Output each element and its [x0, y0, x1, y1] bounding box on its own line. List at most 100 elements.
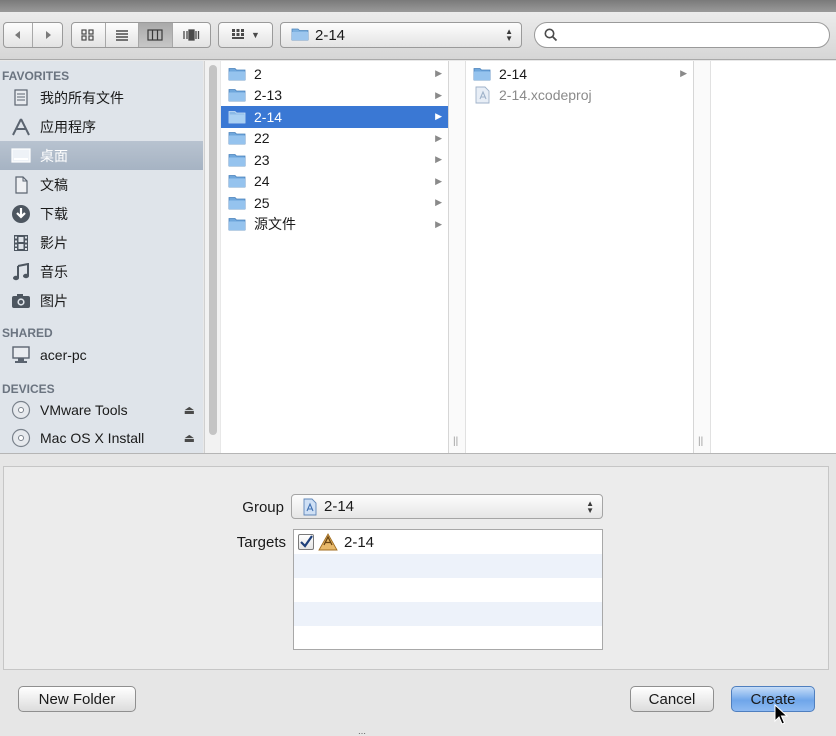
scrollbar-thumb[interactable]: [209, 65, 217, 435]
xcodeproj-file-icon: [475, 86, 490, 104]
resize-grip-icon[interactable]: ||: [698, 436, 703, 447]
column-2: 2-14 ▶ 2-14.xcodeproj: [466, 61, 694, 453]
target-row-empty: [294, 602, 602, 626]
sidebar-item-pictures[interactable]: 图片: [0, 286, 203, 315]
target-row-empty: [294, 626, 602, 650]
search-input[interactable]: [563, 26, 819, 44]
chevron-updown-icon: ▲ ▼: [586, 498, 594, 515]
chevron-updown-icon: ▲ ▼: [505, 27, 513, 43]
sidebar-item-downloads[interactable]: 下载: [0, 199, 203, 228]
path-popup[interactable]: 2-14 ▲ ▼: [280, 22, 522, 48]
search-field[interactable]: [534, 22, 830, 48]
sidebar-item-all-files[interactable]: 我的所有文件: [0, 83, 203, 112]
pictures-icon: [10, 291, 32, 311]
target-row-empty: [294, 578, 602, 602]
list-item-selected[interactable]: 2-14 ▶: [221, 106, 448, 128]
list-item[interactable]: 2-14.xcodeproj: [466, 85, 693, 107]
eject-icon[interactable]: ⏏: [184, 403, 195, 417]
sidebar-item-label: 桌面: [40, 147, 68, 164]
view-mode-buttons: [71, 22, 211, 48]
sidebar-item-label: VMware Tools: [40, 402, 128, 418]
toolbar: ▼ 2-14 ▲ ▼: [0, 12, 836, 60]
column-view-icon[interactable]: [139, 23, 173, 47]
sidebar-scrollbar[interactable]: [204, 61, 220, 453]
desktop-icon: [10, 146, 32, 166]
folder-icon: [228, 89, 246, 102]
checkbox[interactable]: [298, 534, 314, 550]
list-item[interactable]: 2-14 ▶: [466, 63, 693, 85]
sidebar-item-vmware-tools[interactable]: VMware Tools ⏏: [0, 396, 203, 424]
disclosure-arrow-icon: ▶: [435, 111, 442, 122]
arrange-grid-icon: [231, 28, 245, 43]
list-item[interactable]: 2-13 ▶: [221, 85, 448, 107]
item-label: 2: [254, 65, 262, 82]
sidebar-item-mac-os-x-install[interactable]: Mac OS X Install ⏏: [0, 424, 203, 452]
disclosure-arrow-icon: ▶: [435, 218, 442, 229]
sidebar-item-movies[interactable]: 影片: [0, 228, 203, 257]
checkmark-icon: [300, 535, 313, 548]
sidebar-header-favorites: FAVORITES: [2, 69, 70, 83]
chevron-left-icon[interactable]: [4, 23, 34, 47]
app-target-icon: [318, 533, 338, 551]
item-label: 2-14: [499, 65, 528, 82]
chevron-right-icon[interactable]: [33, 23, 62, 47]
sidebar: FAVORITES 我的所有文件 应用程序 桌面 文稿 下载 影片 音乐 图片 …: [0, 61, 203, 453]
list-item[interactable]: 24 ▶: [221, 171, 448, 193]
list-item[interactable]: 22 ▶: [221, 128, 448, 150]
xcodeproj-file-icon: [302, 498, 318, 516]
item-label: 2-14: [254, 108, 283, 125]
list-item[interactable]: 23 ▶: [221, 149, 448, 171]
sidebar-item-label: Mac OS X Install: [40, 430, 145, 446]
sidebar-item-label: acer-pc: [40, 347, 87, 363]
sidebar-item-label: 应用程序: [40, 118, 96, 135]
disclosure-arrow-icon: ▶: [435, 132, 442, 143]
resize-grip-icon[interactable]: ||: [453, 436, 458, 447]
sidebar-item-label: 文稿: [40, 176, 68, 193]
nav-buttons: [3, 22, 63, 48]
group-popup[interactable]: 2-14 ▲ ▼: [291, 494, 603, 519]
list-item[interactable]: 源文件 ▶: [221, 214, 448, 236]
column-1: 2 ▶ 2-13 ▶ 2-14 ▶ 22 ▶ 23 ▶ 24 ▶ 25 ▶ 源文…: [221, 61, 449, 453]
window-top-edge: [0, 0, 836, 12]
sidebar-item-music[interactable]: 音乐: [0, 257, 203, 286]
coverflow-view-icon[interactable]: [173, 23, 210, 47]
eject-icon[interactable]: ⏏: [184, 431, 195, 445]
applications-icon: [10, 117, 32, 137]
disclosure-arrow-icon: ▶: [435, 68, 442, 79]
item-label: 23: [254, 151, 270, 168]
icon-view-icon[interactable]: [72, 23, 106, 47]
create-button[interactable]: Create: [731, 686, 815, 712]
column-divider[interactable]: ||: [449, 61, 466, 453]
sidebar-item-desktop[interactable]: 桌面: [0, 141, 203, 170]
sidebar-item-documents[interactable]: 文稿: [0, 170, 203, 199]
cancel-button[interactable]: Cancel: [630, 686, 714, 712]
new-folder-button[interactable]: New Folder: [18, 686, 136, 712]
sidebar-header-shared: SHARED: [2, 326, 53, 340]
mouse-cursor-icon: [774, 703, 789, 729]
target-row[interactable]: 2-14: [294, 530, 602, 554]
sidebar-item-applications[interactable]: 应用程序: [0, 112, 203, 141]
group-label: Group: [242, 499, 284, 516]
music-icon: [10, 262, 32, 282]
resize-grip-icon[interactable]: ⋯: [358, 729, 367, 736]
list-view-icon[interactable]: [106, 23, 140, 47]
disclosure-arrow-icon: ▶: [435, 175, 442, 186]
targets-label: Targets: [236, 534, 286, 551]
documents-icon: [10, 175, 32, 195]
column-divider[interactable]: ||: [694, 61, 711, 453]
list-item[interactable]: 25 ▶: [221, 192, 448, 214]
computer-icon: [10, 345, 32, 365]
list-item[interactable]: 2 ▶: [221, 63, 448, 85]
sidebar-item-label: 音乐: [40, 263, 68, 280]
chevron-down-icon: ▼: [251, 30, 260, 40]
search-icon: [544, 28, 558, 45]
folder-icon: [228, 153, 246, 167]
sidebar-item-acer-pc[interactable]: acer-pc: [0, 340, 203, 370]
folder-icon: [228, 67, 246, 81]
item-label: 2-13: [254, 87, 283, 104]
item-label: 2-14.xcodeproj: [499, 87, 592, 104]
sidebar-item-label: 图片: [40, 292, 68, 309]
arrange-popup[interactable]: ▼: [218, 22, 273, 48]
item-label: 24: [254, 173, 270, 190]
folder-icon: [228, 196, 246, 210]
